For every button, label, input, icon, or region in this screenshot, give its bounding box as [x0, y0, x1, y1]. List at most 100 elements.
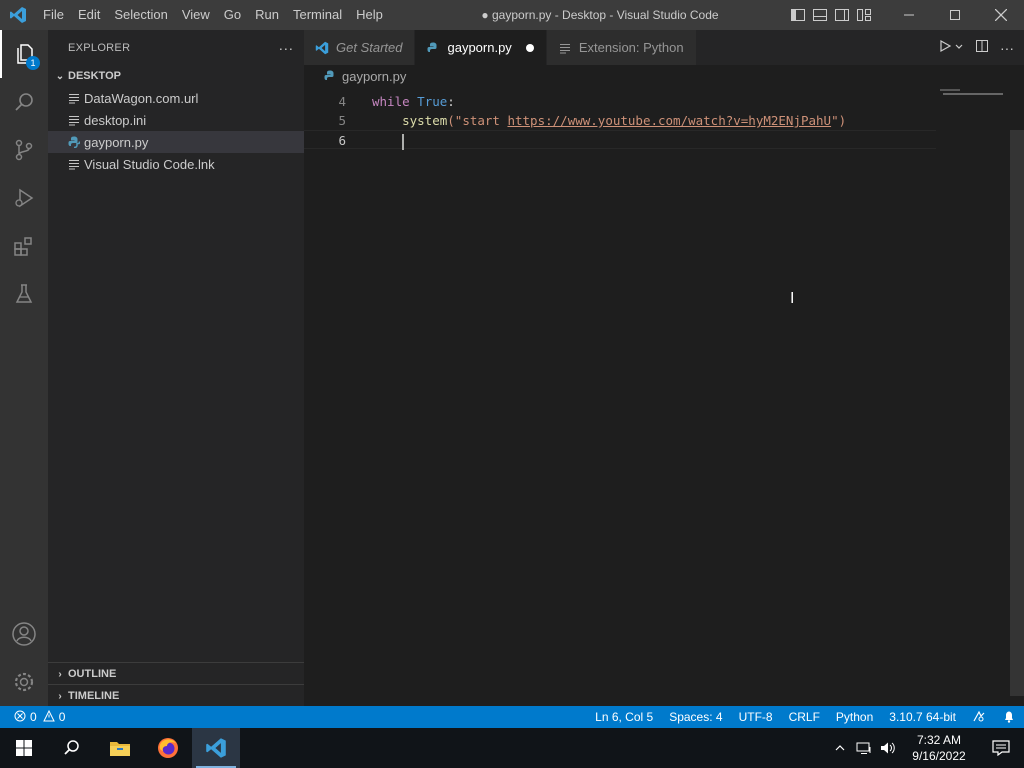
run-python-file-icon[interactable]	[938, 39, 952, 56]
split-editor-icon[interactable]	[974, 38, 990, 57]
line-ending[interactable]: CRLF	[781, 710, 828, 724]
chevron-right-icon: ›	[58, 668, 62, 680]
token-string-open: ("start	[447, 113, 508, 128]
run-debug-icon[interactable]	[0, 174, 48, 222]
more-actions-icon[interactable]: ···	[1000, 40, 1014, 56]
file-item[interactable]: desktop.ini	[48, 109, 304, 131]
outline-title: OUTLINE	[68, 668, 117, 680]
file-lines-icon	[66, 156, 82, 172]
file-explorer-icon[interactable]	[96, 728, 144, 768]
python-icon	[324, 70, 336, 82]
code-editor[interactable]: 4 while True: 5 system("start https://ww…	[304, 92, 936, 150]
language-mode[interactable]: Python	[828, 710, 881, 724]
explorer-sidebar: EXPLORER ··· ⌄ DESKTOP DataWagon.com.url…	[48, 30, 304, 706]
python-icon	[66, 134, 82, 150]
token-function: system	[402, 113, 448, 128]
firefox-icon[interactable]	[144, 728, 192, 768]
extensions-icon[interactable]	[0, 222, 48, 270]
toggle-primary-sidebar-icon[interactable]	[790, 7, 806, 23]
menu-view[interactable]: View	[175, 0, 217, 30]
chevron-down-icon: ⌄	[55, 70, 65, 82]
vscode-logo-icon	[0, 0, 36, 30]
breadcrumb: gayporn.py	[304, 65, 1024, 87]
file-item[interactable]: Visual Studio Code.lnk	[48, 153, 304, 175]
action-center-icon[interactable]	[978, 728, 1024, 768]
feedback-icon[interactable]	[964, 709, 994, 726]
minimap[interactable]	[940, 87, 1010, 105]
python-icon	[425, 40, 441, 56]
token-string-close: ")	[831, 113, 847, 128]
timeline-header[interactable]: › TIMELINE	[48, 685, 304, 707]
vscode-taskbar-icon[interactable]	[192, 728, 240, 768]
file-item[interactable]: DataWagon.com.url	[48, 87, 304, 109]
explorer-title: EXPLORER	[68, 41, 131, 54]
explorer-icon[interactable]: 1	[0, 30, 48, 78]
taskbar-clock[interactable]: 7:32 AM 9/16/2022	[900, 732, 978, 764]
warning-icon	[42, 709, 55, 725]
accounts-icon[interactable]	[0, 610, 48, 658]
outline-section: › OUTLINE	[48, 662, 304, 685]
mouse-ibeam-icon: I	[790, 290, 795, 307]
menu-edit[interactable]: Edit	[71, 0, 107, 30]
menu-help[interactable]: Help	[349, 0, 390, 30]
tab-extension-python[interactable]: Extension: Python	[546, 30, 697, 65]
timeline-title: TIMELINE	[68, 690, 120, 702]
notifications-bell-icon[interactable]	[994, 709, 1024, 726]
problems-indicator[interactable]: 0 0	[0, 709, 66, 725]
manage-gear-icon[interactable]	[0, 658, 48, 706]
menu-run[interactable]: Run	[248, 0, 286, 30]
windows-start-icon[interactable]	[0, 728, 48, 768]
line-number: 5	[338, 113, 346, 128]
line-text: system("start https://www.youtube.com/wa…	[346, 111, 846, 130]
close-icon[interactable]	[978, 0, 1024, 30]
minimize-icon[interactable]	[886, 0, 932, 30]
explorer-badge: 1	[26, 56, 40, 70]
outline-header[interactable]: › OUTLINE	[48, 663, 304, 685]
file-lines-icon	[66, 112, 82, 128]
menu-terminal[interactable]: Terminal	[286, 0, 349, 30]
code-line: 4 while True:	[304, 92, 936, 111]
python-interpreter[interactable]: 3.10.7 64-bit	[881, 710, 964, 724]
network-icon[interactable]	[852, 728, 876, 768]
more-actions-icon[interactable]: ···	[268, 40, 304, 56]
encoding[interactable]: UTF-8	[731, 710, 781, 724]
breadcrumb-file[interactable]: gayporn.py	[342, 69, 406, 84]
toggle-secondary-sidebar-icon[interactable]	[834, 7, 850, 23]
window-title: ● gayporn.py - Desktop - Visual Studio C…	[481, 8, 719, 22]
file-name: gayporn.py	[84, 134, 149, 150]
toggle-panel-icon[interactable]	[812, 7, 828, 23]
file-lines-icon	[66, 90, 82, 106]
token-url-link[interactable]: https://www.youtube.com/watch?v=hyM2ENjP…	[507, 113, 831, 128]
code-line: 5 system("start https://www.youtube.com/…	[304, 111, 936, 130]
folder-name: DESKTOP	[68, 70, 121, 82]
tab-get-started[interactable]: Get Started	[304, 30, 416, 65]
folder-header-desktop[interactable]: ⌄ DESKTOP	[48, 65, 304, 87]
chevron-up-icon[interactable]	[828, 728, 852, 768]
source-control-icon[interactable]	[0, 126, 48, 174]
file-name: desktop.ini	[84, 112, 147, 128]
vertical-scrollbar[interactable]	[1010, 92, 1024, 696]
tab-label: Get Started	[336, 40, 403, 55]
taskbar-search-icon[interactable]	[48, 728, 96, 768]
cursor-position[interactable]: Ln 6, Col 5	[587, 710, 661, 724]
indentation[interactable]: Spaces: 4	[661, 710, 730, 724]
tab-gayporn-py[interactable]: gayporn.py	[415, 30, 547, 65]
search-icon[interactable]	[0, 78, 48, 126]
testing-icon[interactable]	[0, 270, 48, 318]
chevron-down-icon[interactable]	[954, 40, 964, 55]
timeline-section: › TIMELINE	[48, 684, 304, 707]
volume-icon[interactable]	[876, 728, 900, 768]
extension-icon	[557, 40, 573, 56]
unsaved-dot-icon[interactable]	[525, 43, 534, 52]
warning-count: 0	[58, 710, 66, 724]
menu-file[interactable]: File	[36, 0, 71, 30]
maximize-icon[interactable]	[932, 0, 978, 30]
file-item-selected[interactable]: gayporn.py	[48, 131, 304, 153]
scrollbar-thumb[interactable]	[1010, 130, 1024, 696]
menu-selection[interactable]: Selection	[107, 0, 174, 30]
token-constant: True	[417, 94, 448, 109]
title-bar: File Edit Selection View Go Run Terminal…	[0, 0, 1024, 30]
menu-go[interactable]: Go	[217, 0, 248, 30]
customize-layout-icon[interactable]	[856, 7, 872, 23]
clock-date: 9/16/2022	[912, 749, 966, 763]
